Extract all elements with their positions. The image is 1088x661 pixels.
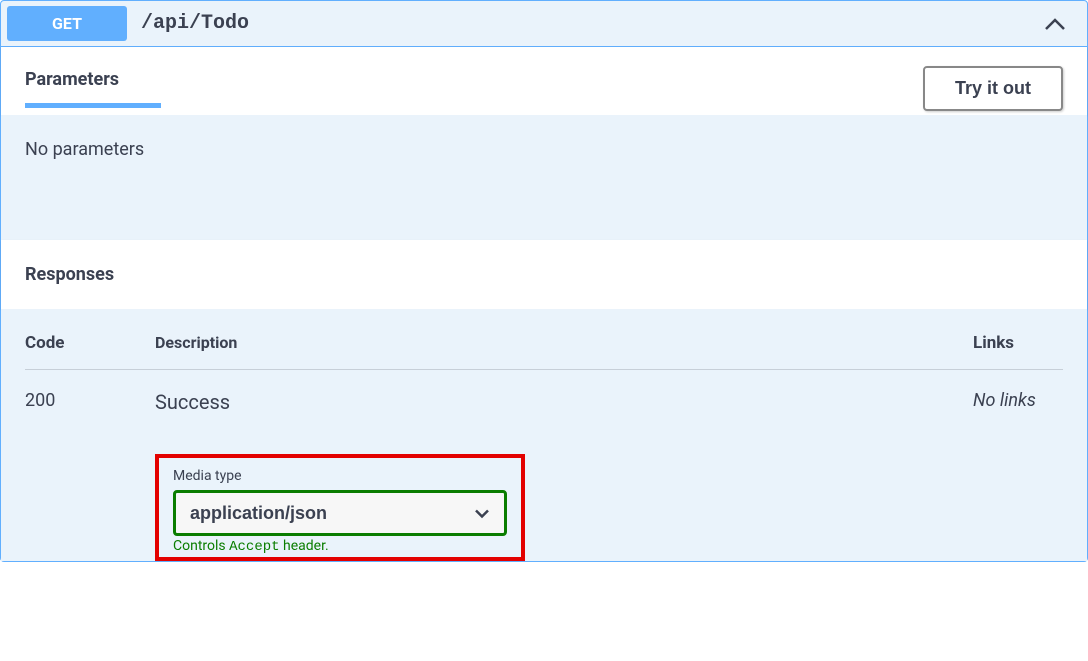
media-type-select-wrap: application/json — [173, 490, 507, 536]
responses-header-label: Responses — [25, 264, 1063, 285]
col-header-description: Description — [155, 333, 973, 353]
parameters-container: No parameters — [1, 115, 1087, 240]
no-parameters-text: No parameters — [25, 139, 1063, 160]
media-type-label: Media type — [173, 468, 507, 484]
accept-header-hint: Controls Accept header. — [173, 538, 507, 555]
response-code: 200 — [25, 390, 155, 561]
col-header-links: Links — [973, 333, 1063, 353]
media-type-select[interactable]: application/json — [176, 493, 504, 533]
try-it-out-button[interactable]: Try it out — [923, 66, 1063, 111]
responses-table: Code Description Links 200 Success Media… — [1, 309, 1087, 561]
operation-path: /api/Todo — [127, 12, 1043, 35]
hint-suffix: header. — [280, 538, 329, 554]
chevron-up-icon[interactable] — [1043, 12, 1067, 36]
responses-header: Responses — [1, 240, 1087, 309]
method-badge: GET — [7, 6, 127, 41]
response-row: 200 Success Media type application/json — [25, 370, 1063, 561]
parameters-tab-label: Parameters — [25, 69, 119, 108]
operation-block: GET /api/Todo Parameters Try it out No p… — [0, 0, 1088, 562]
parameters-tab[interactable]: Parameters — [25, 69, 119, 108]
responses-section: Responses Code Description Links 200 Suc… — [1, 240, 1087, 561]
operation-summary-row[interactable]: GET /api/Todo — [1, 1, 1087, 47]
hint-code: Accept — [229, 539, 279, 555]
media-type-highlight-box: Media type application/json — [155, 454, 525, 561]
parameters-header: Parameters Try it out — [1, 47, 1087, 115]
col-header-code: Code — [25, 333, 155, 353]
hint-prefix: Controls — [173, 538, 229, 554]
operation-body: Parameters Try it out No parameters Resp… — [1, 47, 1087, 561]
response-links: No links — [973, 390, 1063, 561]
response-description: Success Media type application/json — [155, 390, 973, 561]
response-description-text: Success — [155, 390, 973, 414]
responses-table-head: Code Description Links — [25, 333, 1063, 370]
